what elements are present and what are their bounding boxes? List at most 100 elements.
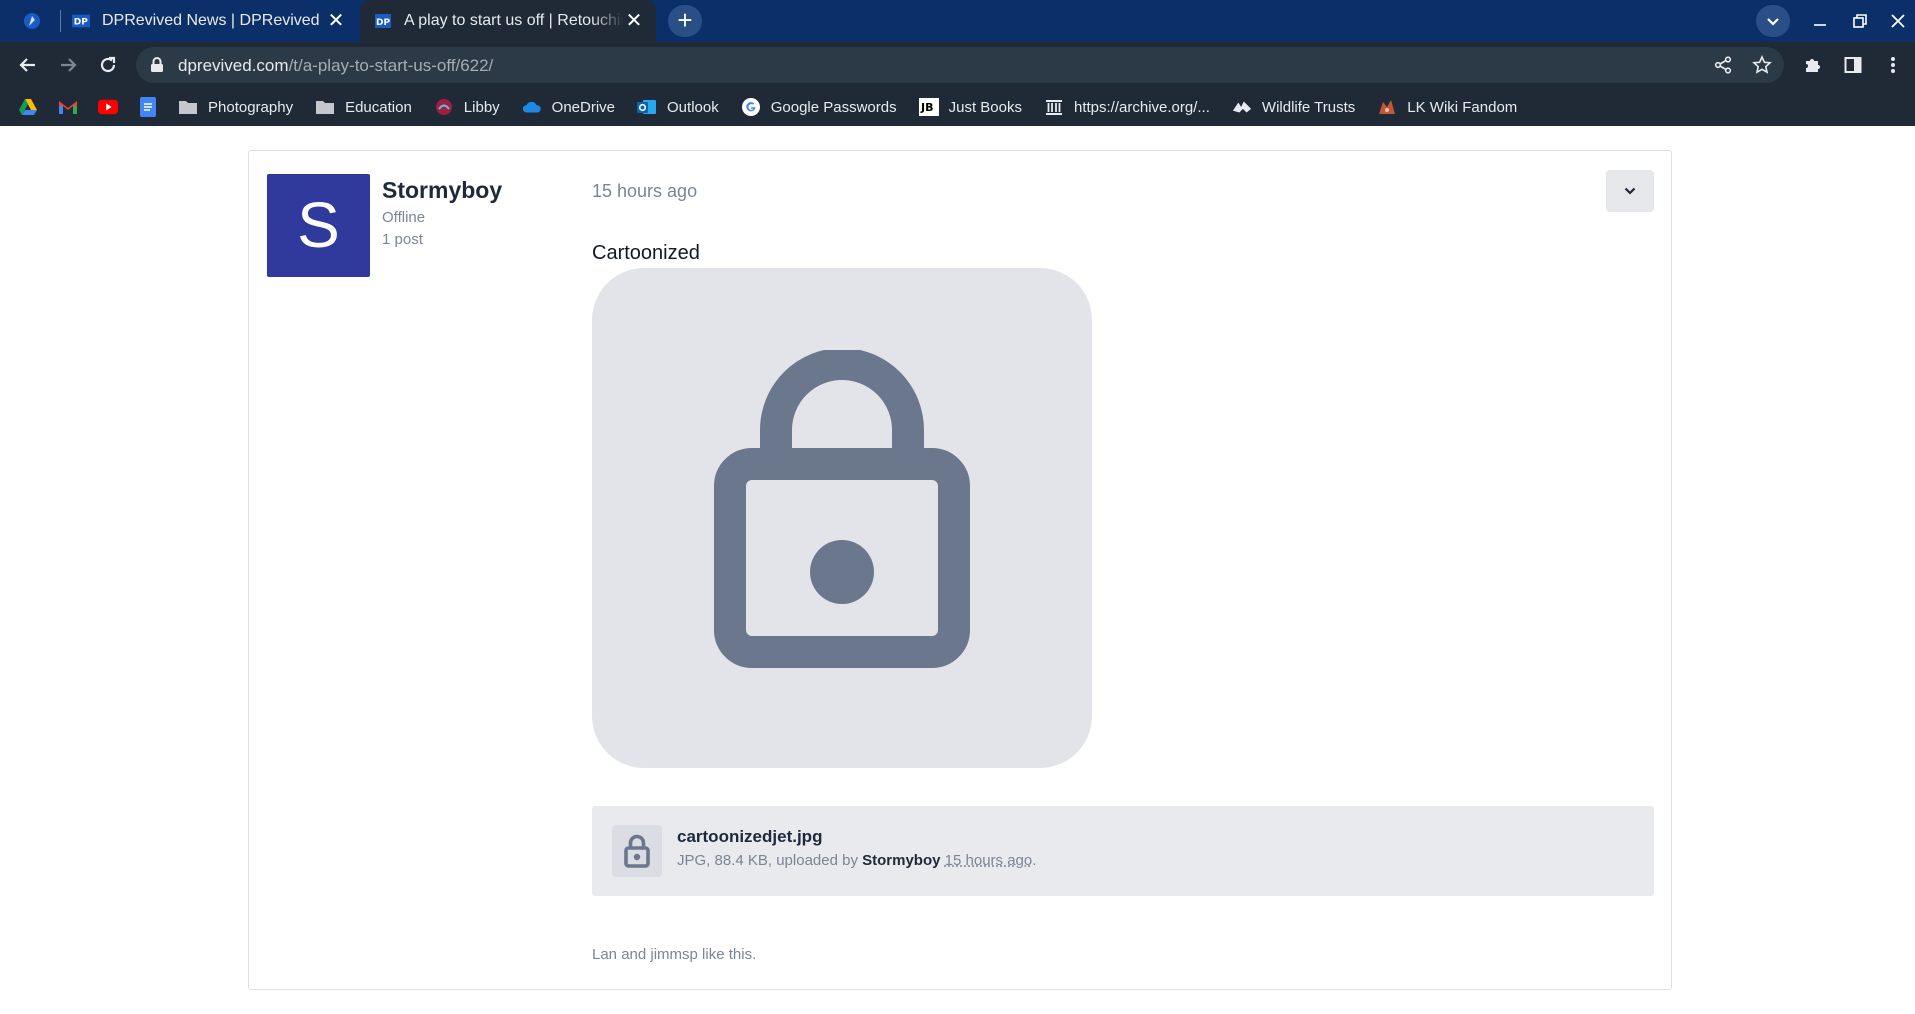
url-path: /t/a-play-to-start-us-off/622/	[288, 56, 494, 75]
libby-icon	[434, 97, 454, 117]
onedrive-cloud-icon	[522, 97, 542, 117]
restore-button[interactable]	[1846, 8, 1874, 34]
bookmarks-bar: Photography Education Libby OneDrive Out…	[0, 88, 1915, 126]
post-author-name[interactable]: Stormyboy	[382, 177, 502, 204]
dp-favicon-icon: DP	[72, 12, 90, 30]
post-options-button[interactable]	[1606, 170, 1654, 212]
tab-play-to-start[interactable]: DP A play to start us off | Retouching ✕	[360, 0, 656, 42]
bookmark-onedrive[interactable]: OneDrive	[522, 97, 615, 117]
bookmark-folder-photography[interactable]: Photography	[178, 97, 293, 117]
tab-close-icon[interactable]: ✕	[326, 11, 346, 31]
attachment-filename[interactable]: cartoonizedjet.jpg	[677, 827, 822, 847]
chevron-down-icon	[1767, 18, 1779, 26]
attachment-card[interactable]: cartoonizedjet.jpg JPG, 88.4 KB, uploade…	[592, 806, 1654, 896]
minimize-button[interactable]	[1806, 8, 1834, 34]
tab-separator	[60, 10, 61, 32]
bookmark-just-books[interactable]: JB Just Books	[918, 97, 1022, 117]
tab-close-icon[interactable]: ✕	[624, 11, 644, 31]
back-button[interactable]	[13, 50, 43, 80]
side-panel-button[interactable]	[1840, 52, 1866, 78]
attachment-meta-prefix: JPG, 88.4 KB, uploaded by	[677, 852, 858, 869]
browser-menu-button[interactable]	[1880, 52, 1906, 78]
attachment-uploader[interactable]: Stormyboy	[862, 852, 940, 869]
tab-title: A play to start us off | Retouching	[404, 12, 624, 29]
share-icon[interactable]	[1713, 55, 1733, 75]
svg-text:DP: DP	[376, 18, 390, 28]
bookmark-label: Libby	[463, 98, 500, 116]
side-panel-icon	[1844, 57, 1862, 73]
forward-button[interactable]	[53, 50, 83, 80]
reload-button[interactable]	[93, 50, 123, 80]
bookmark-archive-org[interactable]: https://archive.org/...	[1044, 97, 1210, 117]
puzzle-icon	[1806, 59, 1820, 72]
bookmark-libby[interactable]: Libby	[434, 97, 500, 117]
bookmark-google-passwords[interactable]: Google Passwords	[741, 97, 897, 117]
post-likes[interactable]: Lan and jimmsp like this.	[592, 946, 756, 963]
lock-icon	[150, 57, 164, 78]
restore-icon	[1853, 14, 1867, 28]
tab-search-button[interactable]	[1756, 5, 1790, 37]
address-bar[interactable]: dprevived.com/t/a-play-to-start-us-off/6…	[136, 47, 1784, 83]
bookmark-google-drive[interactable]	[18, 97, 38, 117]
attachment-thumbnail[interactable]	[612, 825, 662, 877]
bookmark-folder-education[interactable]: Education	[315, 97, 412, 117]
browser-toolbar: dprevived.com/t/a-play-to-start-us-off/6…	[0, 42, 1915, 88]
bookmark-outlook[interactable]: Outlook	[637, 97, 719, 117]
archive-building-icon	[1044, 97, 1064, 117]
bookmark-label: https://archive.org/...	[1074, 98, 1210, 116]
post-card: S Stormyboy Offline 1 post 15 hours ago …	[248, 150, 1672, 990]
bookmark-label: Wildlife Trusts	[1261, 98, 1356, 116]
attachment-meta-suffix: .	[1032, 852, 1037, 869]
bookmark-label: OneDrive	[551, 98, 616, 116]
fandom-icon	[1377, 97, 1397, 117]
bookmark-label: LK Wiki Fandom	[1407, 98, 1518, 116]
youtube-icon	[98, 97, 118, 117]
author-post-count: 1 post	[382, 231, 423, 248]
extensions-button[interactable]	[1800, 52, 1826, 78]
tab-strip: DP DPRevived News | DPRevived ✕ DP A pla…	[0, 0, 1915, 42]
post-timestamp[interactable]: 15 hours ago	[592, 181, 697, 202]
bookmark-lk-wiki-fandom[interactable]: LK Wiki Fandom	[1377, 97, 1517, 117]
url-text: dprevived.com/t/a-play-to-start-us-off/6…	[178, 56, 493, 76]
url-host: dprevived.com	[178, 56, 289, 75]
kebab-menu-icon	[1891, 57, 1895, 73]
svg-text:JB: JB	[920, 101, 933, 114]
lock-icon	[624, 834, 650, 868]
page-content: S Stormyboy Offline 1 post 15 hours ago …	[0, 126, 1915, 1014]
tab-dprevived-news[interactable]: DP DPRevived News | DPRevived ✕	[62, 0, 358, 42]
pinned-tab[interactable]	[16, 0, 60, 42]
avatar[interactable]: S	[267, 174, 370, 277]
attachment-upload-time: 15 hours ago	[944, 852, 1033, 869]
tab-title: DPRevived News | DPRevived	[102, 12, 320, 29]
arrow-right-icon	[61, 58, 77, 72]
google-g-icon	[741, 97, 761, 117]
bookmark-wildlife-trusts[interactable]: Wildlife Trusts	[1232, 97, 1355, 117]
bookmark-label: Education	[345, 98, 412, 116]
bookmark-label: Outlook	[667, 98, 719, 116]
bookmark-label: Just Books	[948, 98, 1022, 116]
dprevived-logo-icon	[23, 12, 41, 30]
bookmark-label: Google Passwords	[770, 98, 897, 116]
folder-icon	[315, 97, 335, 117]
bookmark-youtube[interactable]	[98, 97, 118, 117]
author-online-status: Offline	[382, 209, 426, 226]
reload-icon	[100, 56, 116, 73]
post-caption: Cartoonized	[592, 242, 700, 264]
arrow-left-icon	[19, 58, 35, 72]
new-tab-button[interactable]: +	[668, 5, 702, 37]
chevron-down-icon	[1624, 187, 1636, 195]
attachment-meta: JPG, 88.4 KB, uploaded by Stormyboy 15 h…	[677, 852, 1036, 869]
google-docs-icon	[138, 97, 158, 117]
bookmark-google-docs[interactable]	[138, 97, 158, 117]
close-window-button[interactable]	[1884, 8, 1912, 34]
bookmark-star-icon[interactable]	[1752, 55, 1772, 75]
locked-image-placeholder[interactable]	[592, 268, 1092, 768]
svg-text:DP: DP	[74, 18, 88, 28]
just-books-icon: JB	[918, 97, 939, 117]
bookmark-gmail[interactable]	[58, 97, 78, 117]
folder-icon	[178, 97, 198, 117]
bookmark-label: Photography	[208, 98, 294, 116]
google-drive-icon	[18, 97, 38, 117]
dp-favicon-icon: DP	[374, 12, 392, 30]
minimize-icon	[1814, 24, 1826, 26]
